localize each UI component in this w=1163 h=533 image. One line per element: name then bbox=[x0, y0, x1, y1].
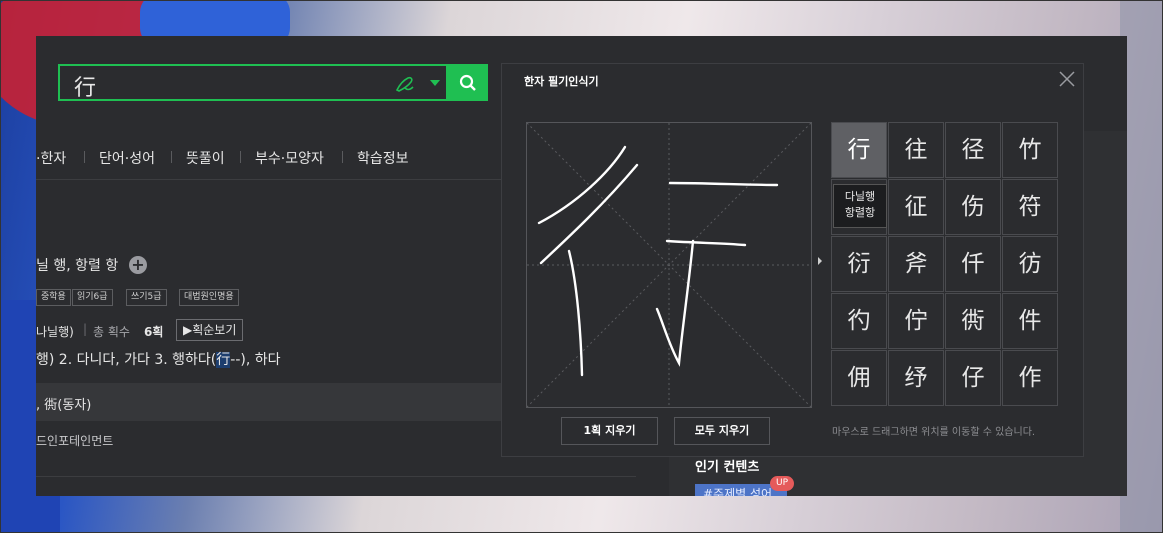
drag-hint: 마우스로 드래그하면 위치를 이동할 수 있습니다. bbox=[832, 427, 1036, 438]
handwriting-pen-icon[interactable] bbox=[394, 74, 416, 94]
definition: 행) 2. 다니다, 가다 3. 행하다(行--), 하다 bbox=[36, 352, 281, 368]
add-icon[interactable]: + bbox=[129, 256, 147, 274]
tab-radical[interactable]: 부수·모양자 bbox=[255, 148, 324, 168]
highlighted-char[interactable]: 行 bbox=[216, 352, 231, 368]
candidate-char[interactable]: 佣 bbox=[831, 350, 887, 406]
radical-info: 나닐행) bbox=[36, 325, 74, 339]
handwriting-popup[interactable]: 한자 필기인식기 行 往 径 竹 征 伤 符 衍 斧 仟 彷 彴 佇 衖 件 佣… bbox=[501, 63, 1084, 457]
candidate-char[interactable]: 斧 bbox=[888, 236, 944, 292]
up-badge: UP bbox=[770, 476, 794, 491]
candidate-grid: 行 往 径 竹 征 伤 符 衍 斧 仟 彷 彴 佇 衖 件 佣 纾 仔 作 bbox=[831, 122, 1061, 408]
candidate-char[interactable]: 件 bbox=[1002, 293, 1058, 349]
stroke-order-button[interactable]: ▶획순보기 bbox=[176, 319, 244, 341]
erase-all-button[interactable]: 모두 지우기 bbox=[674, 417, 770, 445]
tab-study[interactable]: 학습정보 bbox=[357, 148, 409, 168]
badge-reading: 읽기6급 bbox=[72, 289, 113, 306]
divider bbox=[36, 179, 501, 180]
search-button[interactable] bbox=[448, 64, 488, 101]
entry-meaning: 닐 행, 항렬 항 bbox=[36, 258, 119, 274]
candidate-char[interactable]: 符 bbox=[1002, 179, 1058, 235]
expand-arrow-icon[interactable] bbox=[818, 257, 822, 265]
badge-grade: 중학용 bbox=[36, 289, 71, 306]
candidate-char[interactable]: 彴 bbox=[831, 293, 887, 349]
candidate-char[interactable]: 佇 bbox=[888, 293, 944, 349]
tab-bar: ·한자 단어·성어 뜻풀이 부수·모양자 학습정보 bbox=[36, 142, 516, 172]
stroke-label: 총 획수 bbox=[93, 325, 130, 339]
candidate-char[interactable]: 彷 bbox=[1002, 236, 1058, 292]
variant-text: , 衖(동자) bbox=[36, 398, 92, 413]
candidate-char[interactable]: 伤 bbox=[945, 179, 1001, 235]
candidate-char[interactable]: 纾 bbox=[888, 350, 944, 406]
candidate-char[interactable]: 衖 bbox=[945, 293, 1001, 349]
popular-title: 인기 컨텐츠 bbox=[695, 460, 760, 475]
popup-title: 한자 필기인식기 bbox=[524, 75, 599, 88]
tab-meaning[interactable]: 뜻풀이 bbox=[186, 148, 225, 168]
related-text: 드인포테인먼트 bbox=[36, 434, 114, 448]
dropdown-arrow-icon[interactable] bbox=[430, 80, 440, 86]
candidate-char[interactable]: 仔 bbox=[945, 350, 1001, 406]
variant-row: , 衖(동자) bbox=[36, 383, 501, 421]
candidate-char[interactable]: 作 bbox=[1002, 350, 1058, 406]
candidate-char[interactable]: 行 bbox=[831, 122, 887, 178]
candidate-char[interactable]: 径 bbox=[945, 122, 1001, 178]
badge-writing: 쓰기5급 bbox=[126, 289, 167, 306]
close-icon[interactable] bbox=[1058, 70, 1076, 88]
tab-hanja[interactable]: ·한자 bbox=[36, 148, 66, 168]
badge-name: 대법원인명용 bbox=[179, 289, 239, 306]
erase-one-stroke-button[interactable]: 1획 지우기 bbox=[561, 417, 658, 445]
search-box[interactable]: 行 bbox=[58, 64, 448, 101]
tab-words[interactable]: 단어·성어 bbox=[99, 148, 155, 168]
stroke-count: 6획 bbox=[144, 325, 164, 339]
candidate-char[interactable]: 竹 bbox=[1002, 122, 1058, 178]
candidate-tooltip: 다닐행 항렬항 bbox=[833, 184, 887, 228]
candidate-char[interactable]: 仟 bbox=[945, 236, 1001, 292]
divider bbox=[36, 476, 636, 477]
candidate-char[interactable]: 往 bbox=[888, 122, 944, 178]
candidate-char[interactable]: 衍 bbox=[831, 236, 887, 292]
search-icon bbox=[459, 74, 476, 91]
search-input[interactable]: 行 bbox=[74, 70, 96, 102]
drawing-canvas[interactable] bbox=[526, 122, 812, 408]
candidate-char[interactable]: 征 bbox=[888, 179, 944, 235]
